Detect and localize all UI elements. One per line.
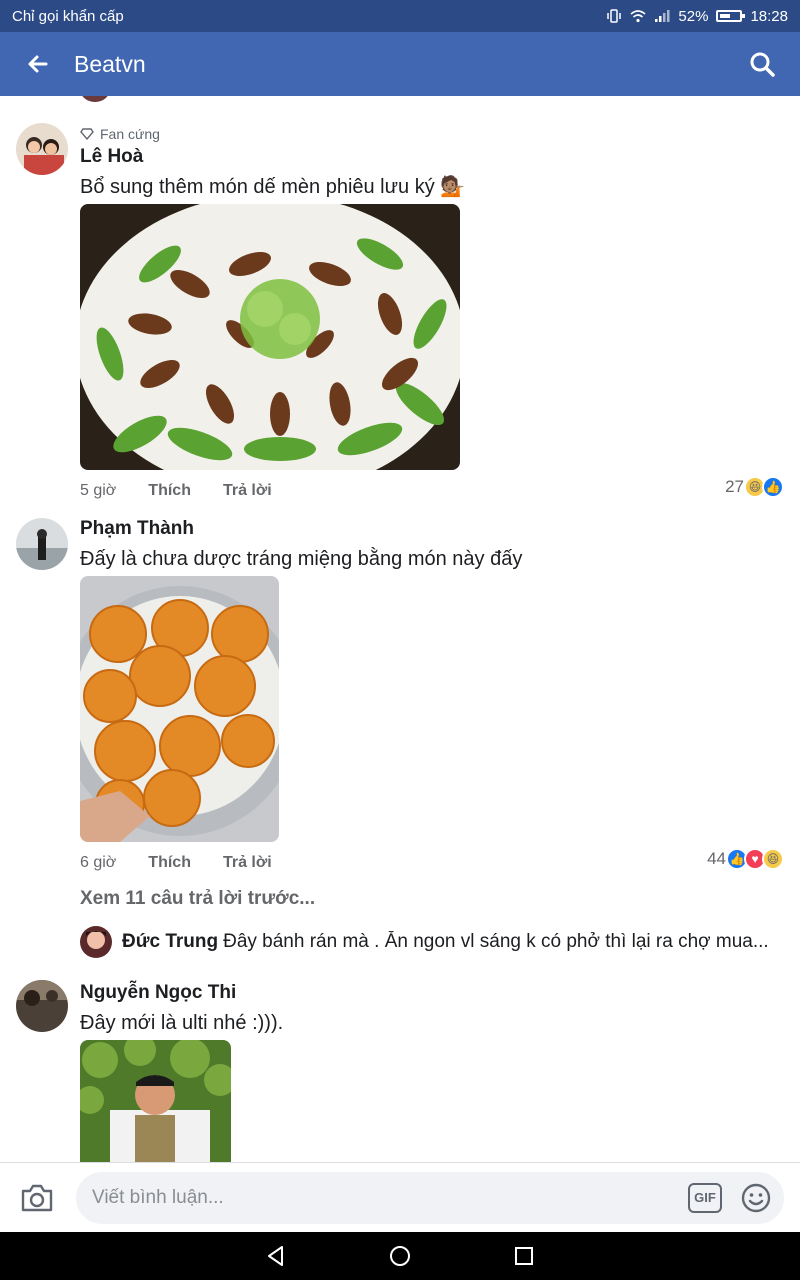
comment-input-placeholder: Viết bình luận...: [92, 1186, 224, 1208]
signal-icon: [655, 10, 670, 22]
page-title: Beatvn: [74, 50, 146, 77]
avatar[interactable]: [16, 518, 68, 570]
reaction-count: 27: [725, 477, 744, 496]
reaction-summary[interactable]: 27 😆 👍: [725, 476, 784, 498]
reply-button[interactable]: Trả lời: [223, 854, 272, 872]
comment-text: Đây mới là ulti nhé :))).: [80, 1012, 284, 1034]
camera-button[interactable]: [16, 1177, 58, 1219]
comment-meta: 5 giờ Thích Trả lời: [80, 482, 304, 500]
haha-reaction-icon: 😆: [762, 848, 784, 870]
reply-text: Đây bánh rán mà . Ăn ngon vl sáng k có p…: [223, 931, 769, 952]
battery-percent: 52%: [678, 7, 709, 25]
comment-list[interactable]: Fan cứng Lê Hoà Bổ sung thêm món dế mèn …: [0, 96, 800, 1162]
nav-recents-icon[interactable]: [512, 1244, 536, 1268]
badge-label: Fan cứng: [100, 126, 160, 142]
reply-avatar[interactable]: [80, 926, 112, 958]
reply-button[interactable]: Trả lời: [223, 482, 272, 500]
comment-time: 6 giờ: [80, 854, 117, 871]
comment-composer: Viết bình luận... GIF: [0, 1162, 800, 1232]
view-previous-replies[interactable]: Xem 11 câu trả lời trước...: [80, 888, 315, 910]
vibrate-icon: [607, 9, 622, 23]
comment-photo[interactable]: [80, 576, 279, 842]
search-icon: [750, 52, 775, 77]
comment-text: Bổ sung thêm món dế mèn phiêu lưu ký 💁🏽: [80, 176, 466, 198]
comment-author[interactable]: Lê Hoà: [80, 144, 784, 170]
wifi-icon: [630, 10, 646, 23]
comment-meta: 6 giờ Thích Trả lời: [80, 854, 304, 872]
reaction-count: 44: [707, 849, 726, 868]
status-bar: Chỉ gọi khẩn cấp 52% 18:28: [0, 0, 800, 32]
search-button[interactable]: [740, 42, 784, 86]
camera-icon: [21, 1184, 53, 1211]
reply-author[interactable]: Đức Trung: [122, 931, 218, 953]
reply-item[interactable]: Đức Trung Đây bánh rán mà . Ăn ngon vl s…: [80, 926, 784, 958]
avatar[interactable]: [16, 123, 68, 175]
reaction-summary[interactable]: 44 👍 ♥ 😆: [707, 848, 784, 870]
previous-comment-avatar: [80, 96, 110, 102]
app-bar: Beatvn: [0, 32, 800, 96]
comment-author[interactable]: Phạm Thành: [80, 516, 784, 542]
like-button[interactable]: Thích: [148, 482, 191, 500]
like-reaction-icon: 👍: [762, 476, 784, 498]
diamond-icon: [80, 128, 94, 140]
comment-photo[interactable]: [80, 1040, 231, 1162]
comment-photo[interactable]: [80, 204, 460, 470]
back-button[interactable]: [16, 42, 60, 86]
comment-time: 5 giờ: [80, 482, 117, 499]
system-nav-bar: [0, 1232, 800, 1280]
arrow-left-icon: [28, 55, 48, 73]
comment-text: Đấy là chưa dược tráng miệng bằng món nà…: [80, 548, 523, 570]
nav-home-icon[interactable]: [388, 1244, 412, 1268]
comment-input[interactable]: Viết bình luận... GIF: [76, 1171, 784, 1224]
gif-button[interactable]: GIF: [688, 1182, 722, 1213]
avatar[interactable]: [16, 980, 68, 1032]
battery-icon: [716, 10, 746, 22]
clock: 18:28: [750, 7, 788, 25]
like-button[interactable]: Thích: [148, 854, 191, 872]
nav-back-icon[interactable]: [264, 1244, 288, 1268]
emoji-icon[interactable]: [740, 1182, 772, 1214]
fan-badge: Fan cứng: [80, 124, 784, 144]
carrier-text: Chỉ gọi khẩn cấp: [12, 7, 124, 25]
comment-author[interactable]: Nguyễn Ngọc Thi: [80, 980, 784, 1006]
